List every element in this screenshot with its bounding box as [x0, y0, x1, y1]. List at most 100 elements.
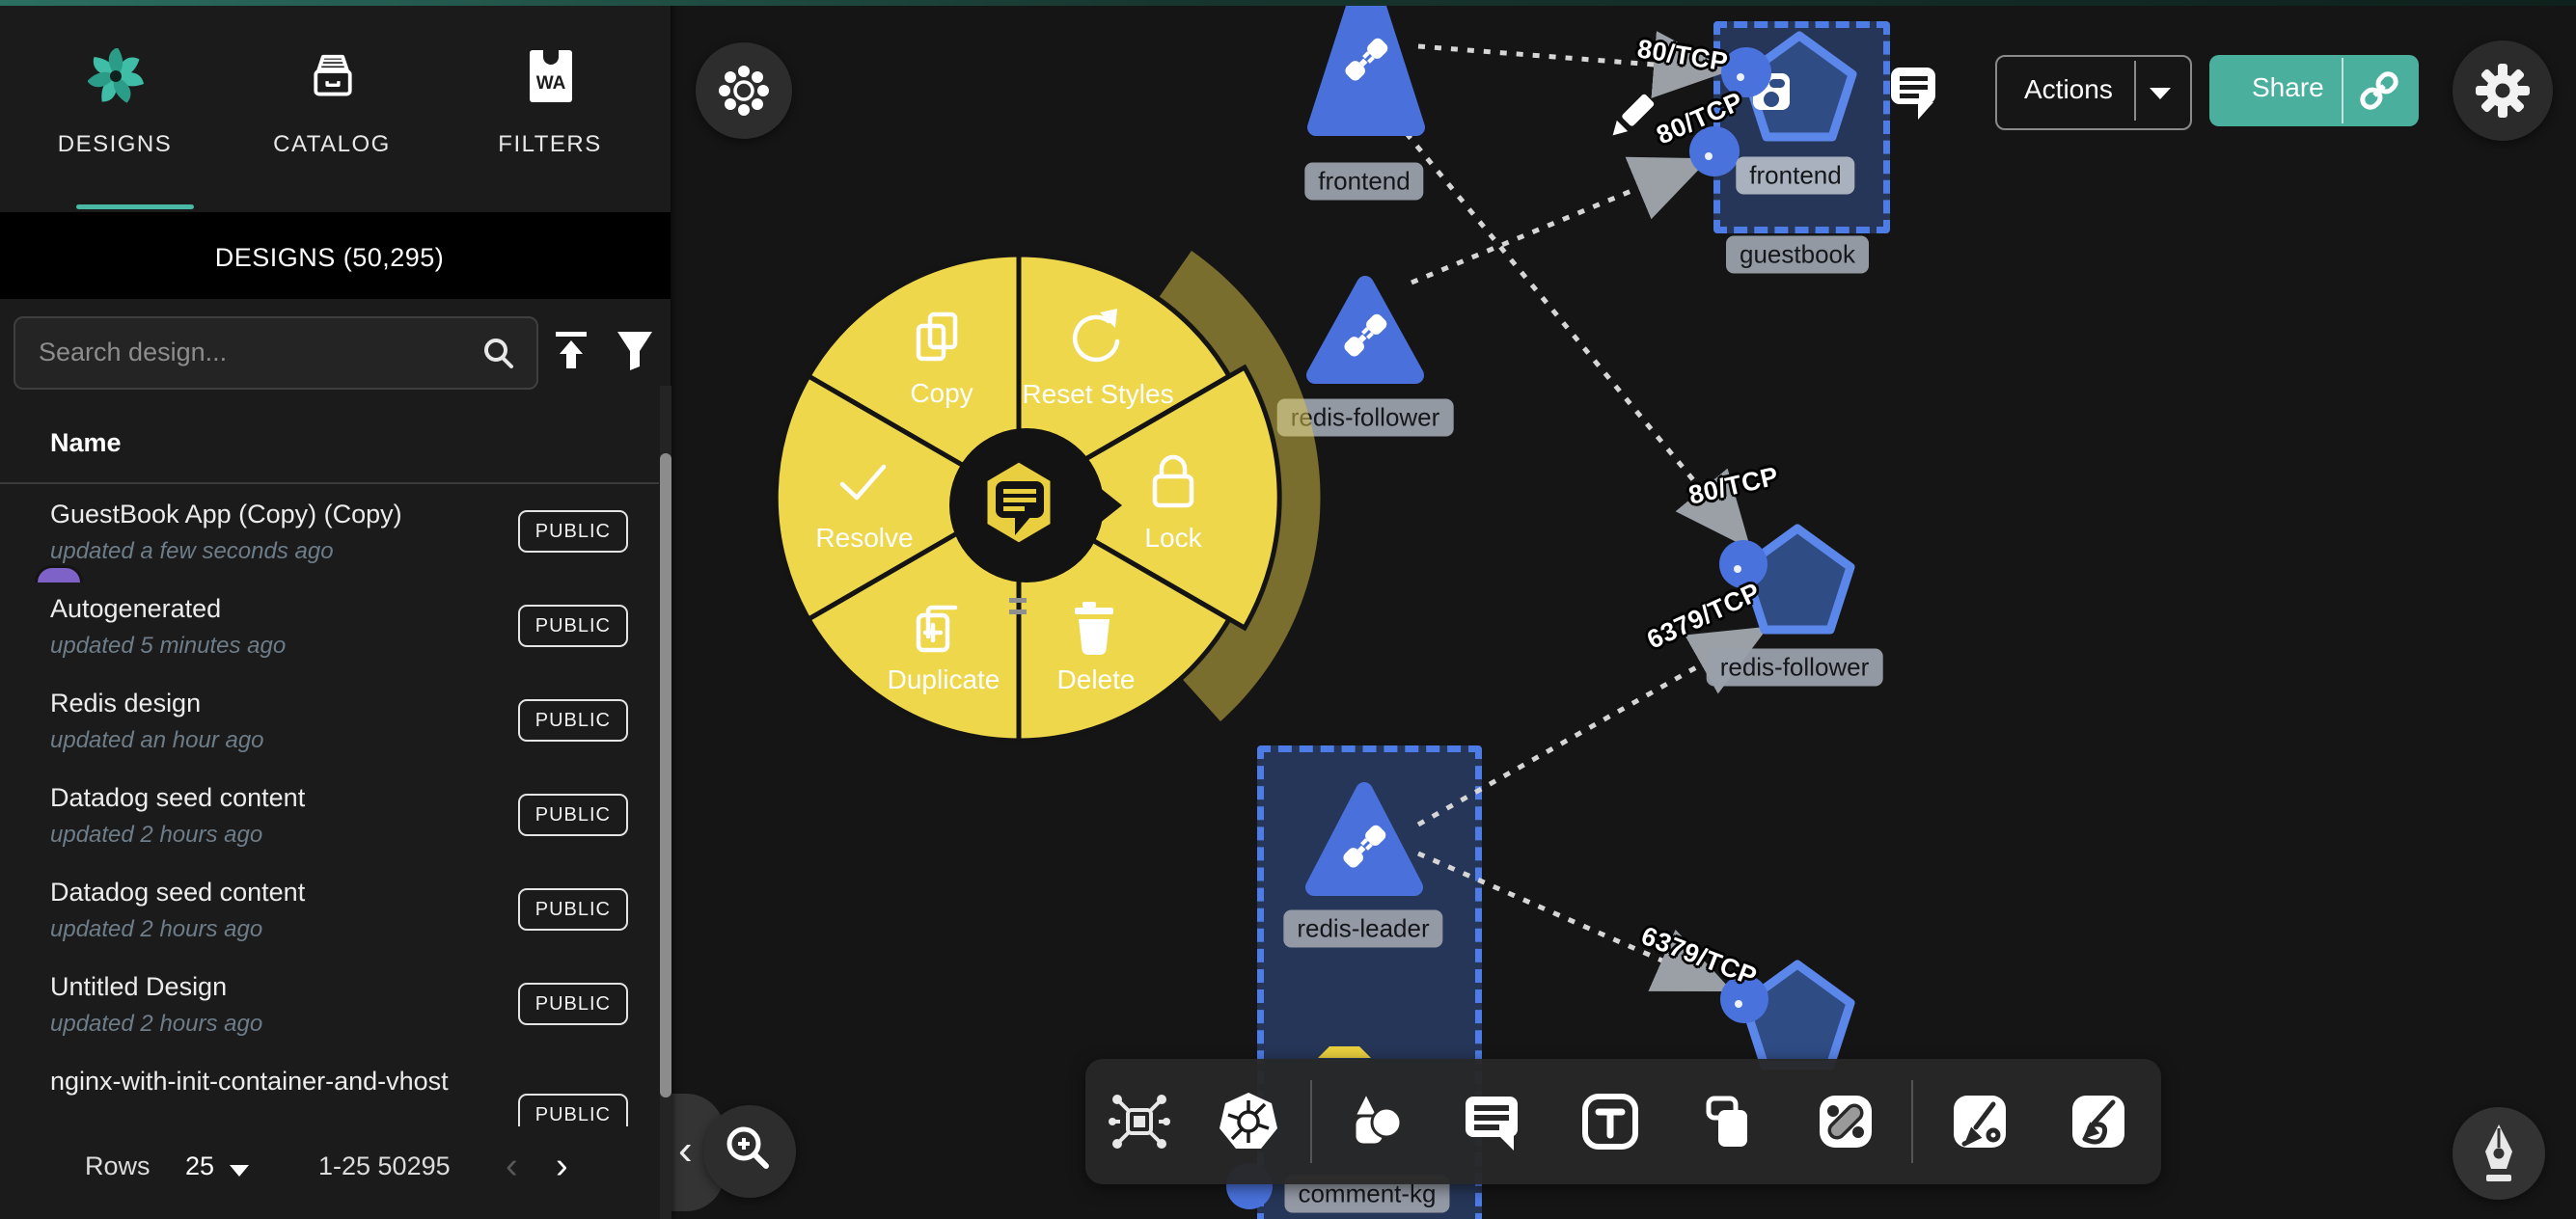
zoom-in-button[interactable] — [703, 1105, 796, 1198]
caret-down-icon[interactable] — [2148, 86, 2173, 101]
radial-center — [949, 428, 1104, 582]
node-redis-follower-deployment[interactable] — [1744, 528, 1850, 630]
tab-catalog-label: CATALOG — [235, 131, 428, 158]
filter-icon[interactable] — [614, 328, 656, 372]
kubernetes-icon[interactable] — [1218, 1091, 1279, 1152]
rows-label: Rows — [85, 1151, 151, 1181]
radial-hover-sector — [1019, 251, 1321, 721]
group-guestbook[interactable] — [1713, 21, 1890, 233]
node-frontend-service[interactable] — [1316, 0, 1416, 127]
actions-button[interactable]: Actions — [1995, 55, 2192, 130]
pen-arrow-icon[interactable] — [1949, 1091, 2011, 1152]
visibility-badge[interactable]: PUBLIC — [518, 794, 628, 836]
component-icon[interactable] — [1109, 1091, 1170, 1152]
design-updated: updated 2 hours ago — [50, 822, 262, 849]
radial-reset-wedge[interactable] — [1019, 255, 1229, 498]
chevron-right-icon[interactable]: › — [556, 1146, 568, 1187]
design-updated: updated a few seconds ago — [50, 538, 334, 565]
sketch-icon[interactable] — [2068, 1091, 2129, 1152]
radial-resolve-wedge[interactable] — [776, 376, 1019, 619]
radial-copy-wedge[interactable] — [808, 255, 1019, 498]
caret-down-icon[interactable] — [228, 1163, 251, 1178]
comment-node-hexagon[interactable] — [986, 461, 1052, 544]
edge-redisfollower-80tcp — [1411, 164, 1696, 283]
check-icon — [842, 467, 884, 498]
design-updated: updated 2 hours ago — [50, 916, 262, 943]
visibility-badge[interactable]: PUBLIC — [518, 605, 628, 647]
design-row[interactable]: Redis design updated an hour ago PUBLIC — [0, 673, 659, 770]
share-label: Share — [2252, 72, 2324, 103]
tab-designs-label: DESIGNS — [18, 131, 211, 158]
toolbar-divider — [1310, 1080, 1312, 1163]
comment-tool-icon[interactable] — [1462, 1091, 1523, 1152]
collapse-chevron-icon: ‹ — [678, 1126, 693, 1175]
node-redis-leader-deployment[interactable] — [1744, 964, 1850, 1066]
design-title: Datadog seed content — [50, 878, 305, 907]
radial-label-resolve[interactable]: Resolve — [815, 523, 913, 554]
node-label: frontend — [1736, 157, 1854, 195]
notes-icon[interactable] — [1697, 1091, 1759, 1152]
design-row[interactable]: GuestBook App (Copy) (Copy) updated a fe… — [0, 484, 659, 581]
radial-label-lock[interactable]: Lock — [1144, 523, 1201, 554]
node-label: frontend — [1304, 163, 1423, 201]
shapes-icon[interactable] — [1343, 1091, 1405, 1152]
pagination-bar: Rows 25 1-25 50295 ‹ › — [0, 1126, 659, 1219]
design-row[interactable]: Datadog seed content updated 2 hours ago… — [0, 862, 659, 959]
node-label: redis-leader — [1283, 910, 1442, 948]
design-updated: updated 2 hours ago — [50, 1011, 262, 1038]
visibility-badge[interactable]: PUBLIC — [518, 699, 628, 742]
design-row[interactable]: Autogenerated updated 5 minutes ago PUBL… — [0, 579, 659, 675]
design-row[interactable]: Untitled Design updated 2 hours ago PUBL… — [0, 957, 659, 1053]
catalog-icon — [307, 50, 359, 102]
radial-label-copy[interactable]: Copy — [910, 378, 973, 409]
tab-designs[interactable]: DESIGNS — [18, 39, 211, 183]
design-title: Untitled Design — [50, 972, 227, 1002]
rows-per-page-select[interactable]: 25 — [185, 1151, 214, 1181]
tab-catalog[interactable]: CATALOG — [235, 39, 428, 183]
radial-label-delete[interactable]: Delete — [1057, 664, 1136, 695]
tab-filters[interactable]: WA FILTERS — [453, 39, 646, 183]
group-label: guestbook — [1726, 236, 1869, 274]
share-button[interactable]: Share — [2209, 55, 2419, 126]
link-tool-icon[interactable] — [1815, 1091, 1877, 1152]
visibility-badge[interactable]: PUBLIC — [518, 510, 628, 553]
search-icon[interactable] — [480, 336, 517, 372]
pencil-icon[interactable] — [1607, 94, 1655, 141]
design-mode-button[interactable] — [2453, 1107, 2545, 1200]
wasm-filter-icon: WA — [528, 48, 574, 104]
pen-nib-icon — [2453, 1107, 2545, 1200]
cluster-visualize-button[interactable] — [696, 42, 792, 139]
edge-frontend-to-redisfollower — [1385, 108, 1741, 538]
toolbar-divider — [1911, 1080, 1913, 1163]
sidebar: DESIGNS CATALOG WA FILTERS DES — [0, 0, 671, 1219]
text-icon[interactable] — [1579, 1091, 1641, 1152]
visibility-badge[interactable]: PUBLIC — [518, 983, 628, 1025]
lock-icon — [1155, 457, 1192, 505]
design-row[interactable]: nginx-with-init-container-and-vhost PUBL… — [0, 1051, 659, 1126]
copy-icon — [918, 314, 955, 359]
meshery-logo-icon — [88, 48, 144, 104]
actions-label: Actions — [2024, 74, 2113, 105]
settings-button[interactable] — [2453, 41, 2553, 141]
list-name-header: Name — [50, 428, 122, 458]
radial-label-reset[interactable]: Reset Styles — [1022, 379, 1173, 410]
publish-icon[interactable] — [550, 328, 592, 374]
link-icon — [2352, 69, 2406, 112]
svg-text:WA: WA — [536, 73, 566, 94]
visibility-badge[interactable]: PUBLIC — [518, 888, 628, 931]
visibility-badge[interactable]: PUBLIC — [518, 1094, 628, 1126]
search-input[interactable] — [37, 326, 446, 378]
kanvas-app: DESIGNS CATALOG WA FILTERS DES — [0, 0, 2576, 1219]
edge-port-label: 6379/TCP — [1637, 921, 1761, 992]
radial-label-duplicate[interactable]: Duplicate — [888, 664, 1000, 695]
design-title: Datadog seed content — [50, 783, 305, 813]
design-title: Autogenerated — [50, 594, 221, 624]
chevron-left-icon[interactable]: ‹ — [506, 1146, 518, 1187]
divider — [2134, 61, 2136, 121]
sidebar-scrollbar-thumb[interactable] — [660, 453, 671, 1097]
design-row[interactable]: Datadog seed content updated 2 hours ago… — [0, 768, 659, 864]
trash-icon — [1075, 602, 1113, 655]
comment-icon[interactable] — [1891, 68, 1935, 120]
node-redis-follower-service[interactable] — [1315, 284, 1415, 375]
comment-count-lines — [1009, 598, 1027, 614]
